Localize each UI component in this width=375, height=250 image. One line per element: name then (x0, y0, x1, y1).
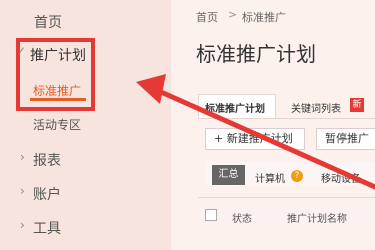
annotation-arrow (136, 74, 375, 190)
